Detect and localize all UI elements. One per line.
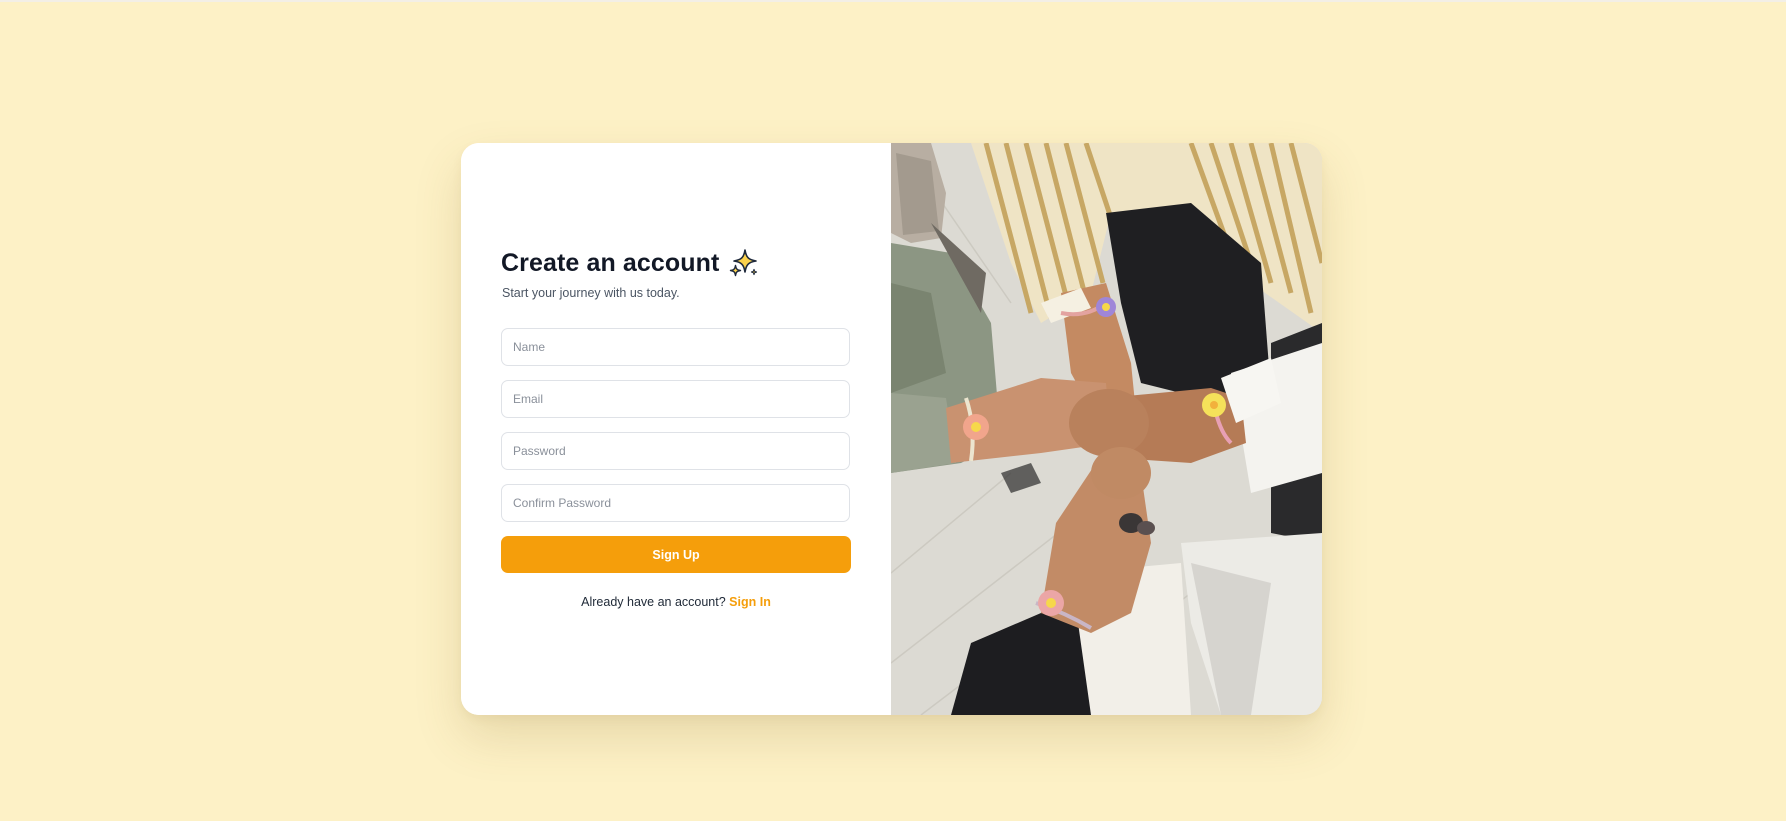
signin-prompt-row: Already have an account? Sign In xyxy=(461,595,891,609)
daisy-purple xyxy=(1096,297,1116,317)
confirm-password-input[interactable] xyxy=(501,484,850,522)
hero-photo xyxy=(891,143,1322,715)
sign-in-link[interactable]: Sign In xyxy=(729,595,771,609)
top-border xyxy=(0,0,1786,2)
hero-photo-illustration xyxy=(891,143,1322,715)
email-input[interactable] xyxy=(501,380,850,418)
sign-up-button[interactable]: Sign Up xyxy=(501,536,851,573)
page-subtitle: Start your journey with us today. xyxy=(502,286,680,300)
signin-prompt-text: Already have an account? xyxy=(581,595,726,609)
page-title: Create an account xyxy=(501,248,720,277)
signup-form-pane: Create an account Start your journey wit… xyxy=(461,143,891,715)
signup-card: Create an account Start your journey wit… xyxy=(461,143,1322,715)
password-input[interactable] xyxy=(501,432,850,470)
sparkles-icon xyxy=(730,249,758,277)
title-row: Create an account xyxy=(501,247,760,279)
name-input[interactable] xyxy=(501,328,850,366)
